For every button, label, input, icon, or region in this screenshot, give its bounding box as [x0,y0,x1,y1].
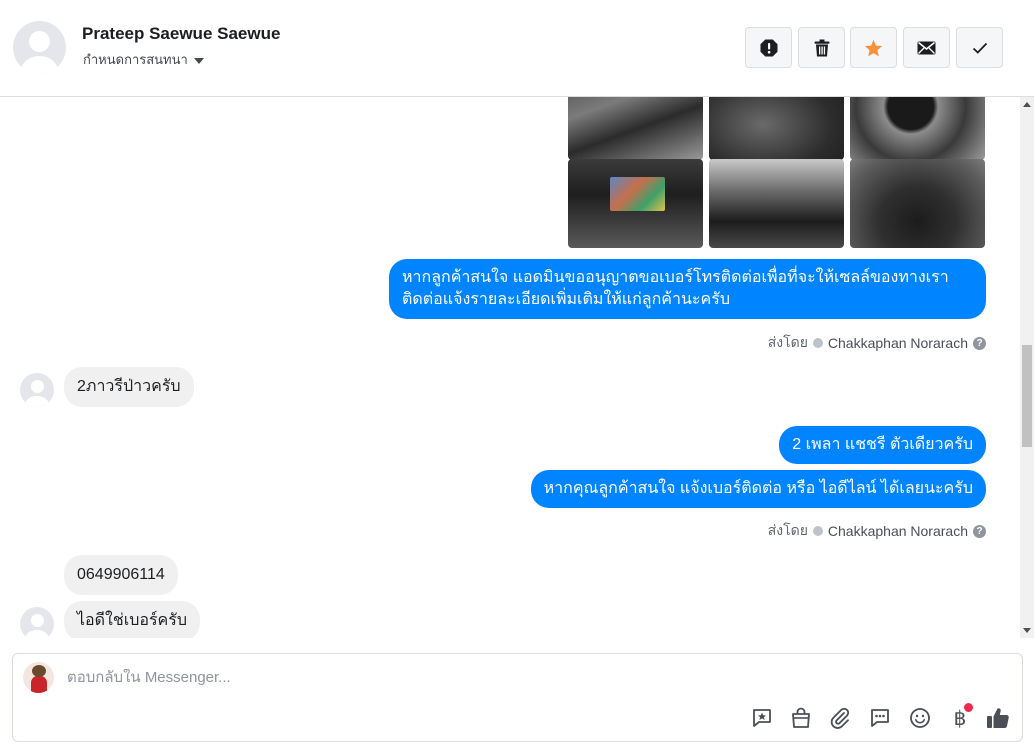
shop-button[interactable] [788,705,814,731]
verified-badge-icon [812,338,823,348]
message-line: ติดต่อแจ้งรายละเอียดเพิ่มเติมให้แก่ลูกค้… [402,291,730,308]
outgoing-message[interactable]: หากคุณลูกค้าสนใจ แจ้งเบอร์ติดต่อ หรือ ไอ… [530,470,986,508]
conversation-header: Prateep Saewue Saewue กำหนดการสนทนา [0,0,1034,97]
car-photo-interior[interactable] [709,159,844,248]
contact-avatar[interactable] [13,21,66,74]
incoming-message[interactable]: 2ภาวรีป่าวครับ [64,367,194,407]
chat-bubble-dots-icon [871,709,889,727]
sent-by-label: ส่งโดย Chakkaphan Norarach ? [768,520,986,542]
checkmark-icon [972,42,987,54]
outgoing-message[interactable]: หากลูกค้าสนใจ แอดมินขออนุญาตขอเบอร์โทรติ… [389,259,986,319]
payment-button[interactable]: ฿ [947,703,973,731]
scroll-down-arrow-icon[interactable] [1023,628,1031,633]
contact-avatar-small[interactable] [20,607,54,638]
delete-button[interactable] [798,27,845,68]
star-button[interactable] [850,27,897,68]
report-spam-button[interactable] [745,27,792,68]
help-icon[interactable]: ? [973,336,986,350]
sent-by-agent[interactable]: Chakkaphan Norarach [828,523,968,539]
saved-replies-button[interactable] [867,705,893,731]
message-thread[interactable]: หากลูกค้าสนใจ แอดมินขออนุญาตขอเบอร์โทรติ… [0,97,1020,638]
car-photo-seat[interactable] [709,97,844,160]
alert-octagon-icon [760,39,777,56]
attachment-button[interactable] [827,705,853,731]
scrollbar-thumb[interactable] [1022,345,1032,447]
paperclip-icon [830,707,850,729]
car-photo-gear-shift[interactable] [850,159,985,248]
emoji-button[interactable] [907,705,933,731]
mark-done-button[interactable] [956,27,1003,68]
conversation-settings-label: กำหนดการสนทนา [83,52,188,67]
like-button[interactable] [985,705,1011,731]
car-photo-steering-wheel[interactable] [850,97,985,160]
message-line: หากลูกค้าสนใจ แอดมินขออนุญาตขอเบอร์โทรติ… [402,269,949,286]
sent-by-agent[interactable]: Chakkaphan Norarach [828,335,968,351]
outgoing-message[interactable]: 2 เพลา แชชรี ตัวเดียวครับ [779,426,986,464]
chat-star-icon [753,709,771,727]
sent-by-prefix: ส่งโดย [767,522,808,538]
message-scrollbar[interactable] [1020,97,1034,638]
caret-down-icon [193,57,204,64]
messenger-conversation: Prateep Saewue Saewue กำหนดการสนทนา หากล… [0,0,1034,744]
car-photo-dashboard-screen[interactable] [568,159,703,248]
incoming-message[interactable]: ไอดีใช่เบอร์ครับ [64,601,200,638]
sticker-reply-button[interactable] [749,705,775,731]
notification-dot [964,703,973,712]
reply-input[interactable] [67,669,967,686]
contact-avatar-small[interactable] [20,373,54,407]
page-avatar [23,662,54,693]
sent-by-label: ส่งโดย Chakkaphan Norarach ? [768,332,986,354]
envelope-icon [917,41,936,54]
conversation-settings-dropdown[interactable]: กำหนดการสนทนา [83,49,204,70]
contact-name[interactable]: Prateep Saewue Saewue [82,24,280,44]
reply-composer: ฿ [12,653,1023,742]
thumbs-up-icon [987,708,1009,729]
smiley-icon [910,708,930,728]
sent-by-prefix: ส่งโดย [767,334,808,350]
scroll-up-arrow-icon[interactable] [1023,102,1031,107]
mark-unread-button[interactable] [903,27,950,68]
shopping-bag-icon [792,707,810,728]
car-photo-door-panel[interactable] [568,97,703,160]
incoming-message[interactable]: 0649906114 [64,555,178,595]
trash-icon [814,39,829,56]
star-icon [864,39,883,56]
verified-badge-icon [812,526,823,536]
help-icon[interactable]: ? [973,524,986,538]
